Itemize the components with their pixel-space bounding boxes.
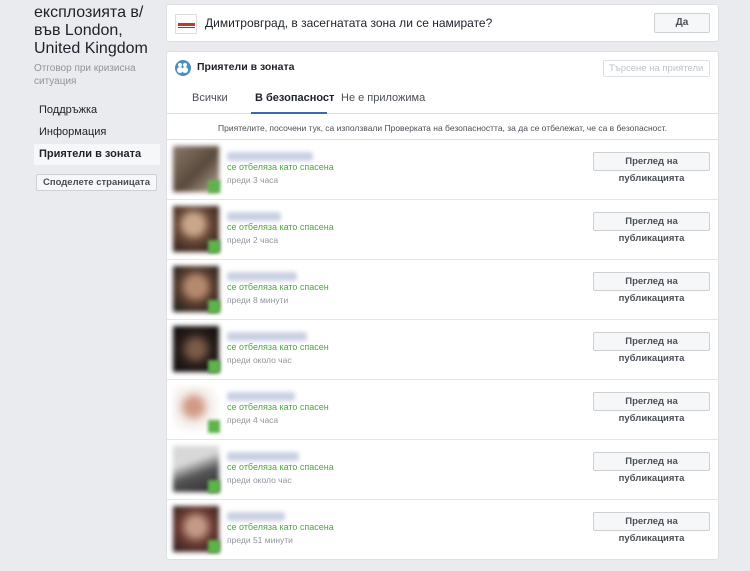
timestamp: преди около час [227, 355, 292, 365]
list-item: се отбеляза като спасена преди 3 часа Пр… [167, 140, 718, 200]
list-item: се отбеляза като спасена преди 51 минути… [167, 500, 718, 559]
timestamp: преди 8 минути [227, 295, 289, 305]
timestamp: преди 4 часа [227, 415, 279, 425]
safe-check-icon [208, 180, 220, 193]
friends-icon [175, 60, 191, 76]
friend-name-blurred[interactable] [227, 332, 307, 341]
location-prompt-card: Димитровград, в засегнатата зона ли се н… [166, 4, 719, 42]
timestamp: преди около час [227, 475, 292, 485]
safe-status: се отбеляза като спасена [227, 162, 334, 172]
safe-check-icon [208, 540, 220, 553]
active-tab-indicator [251, 112, 327, 114]
tab-not-applicable[interactable]: Не е приложима [341, 92, 425, 104]
safe-check-icon [208, 240, 220, 253]
timestamp: преди 3 часа [227, 175, 279, 185]
list-item: се отбеляза като спасена преди 2 часа Пр… [167, 200, 718, 260]
friend-name-blurred[interactable] [227, 452, 299, 461]
view-post-button[interactable]: Преглед на публикацията [593, 332, 710, 364]
safe-status: се отбеляза като спасена [227, 222, 334, 232]
safe-check-icon [208, 300, 220, 313]
left-sidebar: експлозията в/във London, United Kingdom… [34, 4, 160, 191]
friend-name-blurred[interactable] [227, 272, 297, 281]
list-item: се отбеляза като спасен преди около час … [167, 320, 718, 380]
share-page-button[interactable]: Споделете страницата [36, 174, 157, 191]
timestamp: преди 51 минути [227, 535, 293, 545]
safe-status: се отбеляза като спасен [227, 402, 329, 412]
city-badge-icon [175, 14, 197, 34]
view-post-button[interactable]: Преглед на публикацията [593, 512, 710, 544]
sidebar-item-friends-in-area[interactable]: Приятели в зоната [34, 144, 160, 165]
location-prompt-text: Димитровград, в засегнатата зона ли се н… [205, 16, 493, 30]
list-item: се отбеляза като спасен преди 4 часа Пре… [167, 380, 718, 440]
friend-name-blurred[interactable] [227, 392, 295, 401]
timestamp: преди 2 часа [227, 235, 279, 245]
card-header: Приятели в зоната [167, 52, 718, 83]
page-subtitle: Отговор при кризисна ситуация [34, 63, 136, 87]
tab-safe[interactable]: В безопасност [255, 92, 334, 104]
safe-check-icon [208, 360, 220, 373]
tab-all[interactable]: Всички [192, 92, 228, 104]
view-post-button[interactable]: Преглед на публикацията [593, 272, 710, 304]
safe-status: се отбеляза като спасен [227, 282, 329, 292]
list-item: се отбеляза като спасена преди около час… [167, 440, 718, 500]
tab-bar: Всички В безопасност Не е приложима [167, 83, 718, 114]
view-post-button[interactable]: Преглед на публикацията [593, 152, 710, 184]
list-item: се отбеляза като спасен преди 8 минути П… [167, 260, 718, 320]
view-post-button[interactable]: Преглед на публикацията [593, 452, 710, 484]
safe-status: се отбеляза като спасена [227, 462, 334, 472]
view-post-button[interactable]: Преглед на публикацията [593, 212, 710, 244]
view-post-button[interactable]: Преглед на публикацията [593, 392, 710, 424]
search-friends-input[interactable] [603, 60, 710, 77]
friend-name-blurred[interactable] [227, 152, 313, 161]
friend-name-blurred[interactable] [227, 512, 285, 521]
sidebar-item-information[interactable]: Информация [34, 122, 160, 143]
friends-in-area-card: Приятели в зоната Всички В безопасност Н… [166, 51, 719, 560]
friend-name-blurred[interactable] [227, 212, 281, 221]
yes-button[interactable]: Да [654, 13, 710, 33]
sidebar-item-support[interactable]: Поддръжка [34, 100, 160, 121]
safety-notice: Приятелите, посочени тук, са използвали … [167, 114, 718, 140]
safe-check-icon [208, 420, 220, 433]
safe-check-icon [208, 480, 220, 493]
safe-status: се отбеляза като спасена [227, 522, 334, 532]
safe-status: се отбеляза като спасен [227, 342, 329, 352]
sidebar-nav: Поддръжка Информация Приятели в зоната [34, 100, 160, 165]
page-title: експлозията в/във London, United Kingdom [34, 4, 148, 57]
friends-list: се отбеляза като спасена преди 3 часа Пр… [167, 140, 718, 559]
card-title: Приятели в зоната [197, 61, 295, 73]
